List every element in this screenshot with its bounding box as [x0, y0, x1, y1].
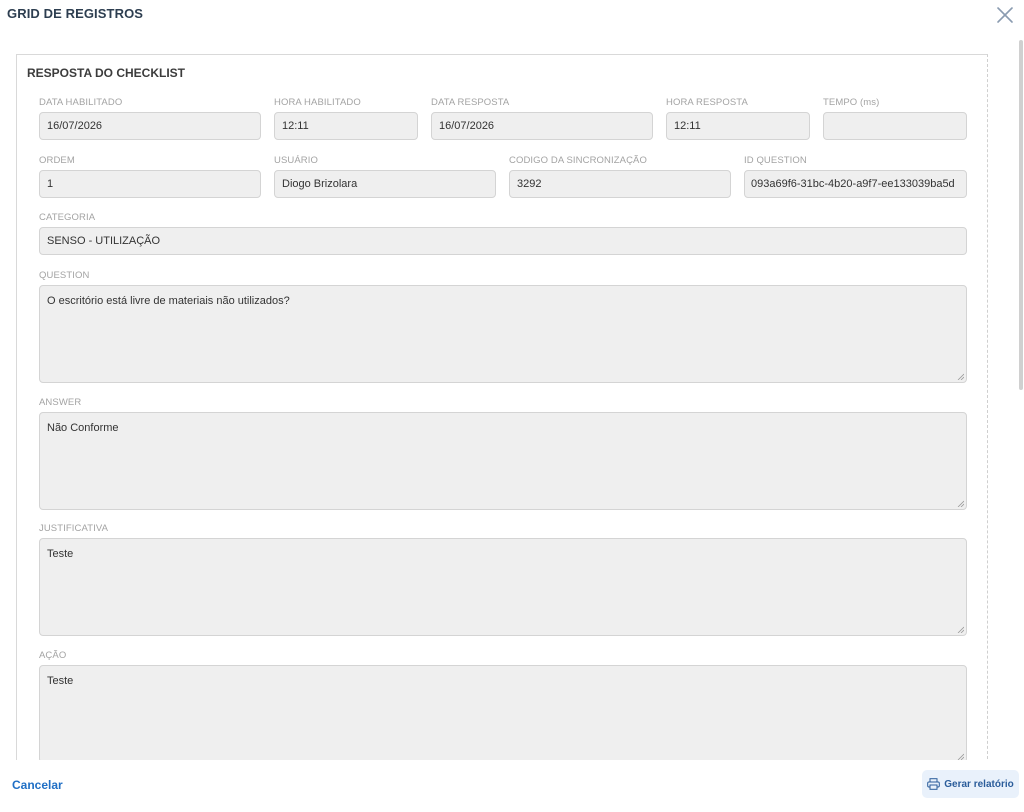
- close-icon: [997, 7, 1013, 23]
- data-resposta-field[interactable]: 16/07/2026: [431, 112, 653, 140]
- ordem-label: ORDEM: [39, 155, 75, 166]
- card-title: RESPOSTA DO CHECKLIST: [27, 66, 186, 80]
- answer-label: ANSWER: [39, 397, 82, 408]
- generate-report-label: Gerar relatório: [944, 778, 1014, 790]
- modal-header: GRID DE REGISTROS: [0, 0, 1024, 30]
- acao-text: Teste: [47, 675, 74, 687]
- answer-textarea[interactable]: Não Conforme: [39, 412, 967, 510]
- tempo-field[interactable]: [823, 112, 967, 140]
- acao-label: AÇÃO: [39, 650, 67, 661]
- codigo-sincronizacao-label: CODIGO DA SINCRONIZAÇÃO: [509, 155, 647, 166]
- hora-habilitado-field[interactable]: 12:11: [274, 112, 418, 140]
- printer-icon: [927, 778, 941, 790]
- usuario-field[interactable]: Diogo Brizolara: [274, 170, 496, 198]
- close-button[interactable]: [994, 4, 1016, 26]
- data-habilitado-field[interactable]: 16/07/2026: [39, 112, 261, 140]
- data-resposta-label: DATA RESPOSTA: [431, 97, 510, 108]
- question-text: O escritório está livre de materiais não…: [47, 295, 290, 307]
- resize-grip-icon[interactable]: [957, 500, 964, 507]
- categoria-field[interactable]: SENSO - UTILIZAÇÃO: [39, 227, 967, 255]
- justificativa-label: JUSTIFICATIVA: [39, 523, 109, 534]
- resize-grip-icon[interactable]: [957, 753, 964, 760]
- hora-resposta-field[interactable]: 12:11: [666, 112, 810, 140]
- answer-text: Não Conforme: [47, 422, 119, 434]
- id-question-label: ID QUESTION: [744, 155, 807, 166]
- checklist-response-card: RESPOSTA DO CHECKLIST DATA HABILITADO 16…: [16, 54, 988, 774]
- modal-footer: Cancelar Gerar relatório: [0, 760, 1024, 812]
- resize-grip-icon[interactable]: [957, 373, 964, 380]
- data-habilitado-label: DATA HABILITADO: [39, 97, 123, 108]
- hora-resposta-label: HORA RESPOSTA: [666, 97, 748, 108]
- id-question-field[interactable]: 093a69f6-31bc-4b20-a9f7-ee133039ba5d: [744, 170, 967, 198]
- question-textarea[interactable]: O escritório está livre de materiais não…: [39, 285, 967, 383]
- justificativa-textarea[interactable]: Teste: [39, 538, 967, 636]
- cancel-button[interactable]: Cancelar: [12, 778, 63, 792]
- hora-habilitado-label: HORA HABILITADO: [274, 97, 361, 108]
- question-label: QUESTION: [39, 270, 90, 281]
- codigo-sincronizacao-field[interactable]: 3292: [509, 170, 731, 198]
- justificativa-text: Teste: [47, 548, 74, 560]
- acao-textarea[interactable]: Teste: [39, 665, 967, 763]
- tempo-label: TEMPO (ms): [823, 97, 880, 108]
- usuario-label: USUÁRIO: [274, 155, 318, 166]
- resize-grip-icon[interactable]: [957, 626, 964, 633]
- scrollbar[interactable]: [1016, 40, 1024, 760]
- categoria-label: CATEGORIA: [39, 212, 96, 223]
- generate-report-button[interactable]: Gerar relatório: [922, 770, 1019, 798]
- scrollbar-thumb[interactable]: [1019, 40, 1023, 390]
- modal-title: GRID DE REGISTROS: [7, 6, 144, 21]
- ordem-field[interactable]: 1: [39, 170, 261, 198]
